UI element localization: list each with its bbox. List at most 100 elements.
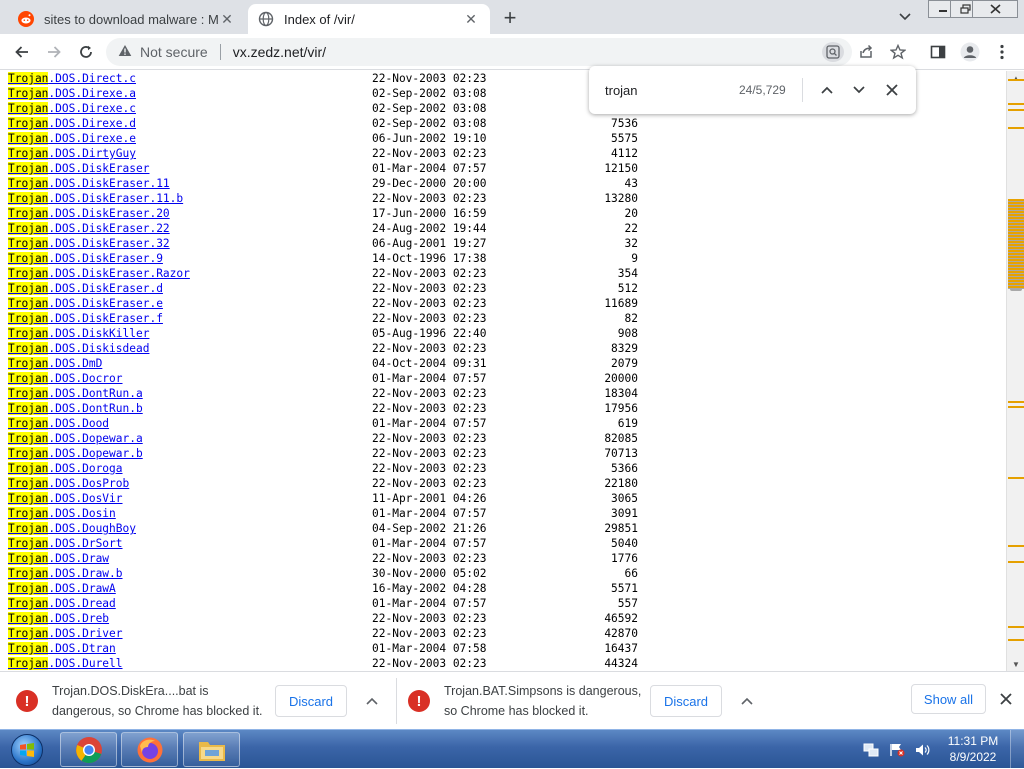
vertical-scrollbar[interactable]: ▲ ▼ bbox=[1006, 71, 1024, 671]
find-match-tick bbox=[1008, 401, 1024, 403]
file-link[interactable]: Trojan.DOS.DrSort bbox=[8, 536, 123, 551]
network-icon[interactable] bbox=[862, 742, 880, 758]
find-next-button[interactable] bbox=[847, 78, 871, 102]
file-link[interactable]: Trojan.DOS.DiskEraser.d bbox=[8, 281, 163, 296]
file-link[interactable]: Trojan.DOS.DmD bbox=[8, 356, 102, 371]
address-bar[interactable]: Not secure vx.zedz.net/vir/ bbox=[106, 38, 852, 66]
file-link[interactable]: Trojan.DOS.Dood bbox=[8, 416, 109, 431]
find-highlight: Trojan bbox=[8, 462, 49, 475]
file-link[interactable]: Trojan.DOS.Draw bbox=[8, 551, 109, 566]
side-panel-icon[interactable] bbox=[926, 40, 950, 64]
file-link[interactable]: Trojan.DOS.Direxe.d bbox=[8, 116, 136, 131]
file-size: 5575 bbox=[611, 132, 638, 145]
file-size: 5366 bbox=[611, 462, 638, 475]
file-name-rest: .DOS.Direxe.a bbox=[48, 87, 136, 100]
chevron-down-icon[interactable] bbox=[894, 7, 916, 27]
file-link[interactable]: Trojan.DOS.Dopewar.a bbox=[8, 431, 143, 446]
reload-button[interactable] bbox=[74, 40, 98, 64]
bookmark-star-icon[interactable] bbox=[886, 40, 910, 64]
file-link[interactable]: Trojan.DOS.Direxe.a bbox=[8, 86, 136, 101]
file-link[interactable]: Trojan.DOS.DosProb bbox=[8, 476, 129, 491]
profile-avatar-icon[interactable] bbox=[958, 40, 982, 64]
file-name-rest: .DOS.DontRun.b bbox=[48, 402, 143, 415]
file-link[interactable]: Trojan.DOS.DosVir bbox=[8, 491, 123, 506]
tab-reddit[interactable]: sites to download malware : Mal ✕ bbox=[8, 4, 246, 34]
file-link[interactable]: Trojan.DOS.DiskEraser.20 bbox=[8, 206, 170, 221]
chevron-up-icon[interactable] bbox=[736, 690, 758, 712]
file-name-rest: .DOS.DiskEraser.22 bbox=[48, 222, 170, 235]
close-window-button[interactable] bbox=[972, 0, 1018, 18]
file-link[interactable]: Trojan.DOS.DontRun.b bbox=[8, 401, 143, 416]
chevron-up-icon[interactable] bbox=[361, 690, 383, 712]
file-link[interactable]: Trojan.DOS.Driver bbox=[8, 626, 123, 641]
file-size: 9 bbox=[631, 252, 638, 265]
find-input[interactable]: trojan bbox=[605, 83, 638, 98]
forward-button[interactable] bbox=[42, 40, 66, 64]
find-highlight: Trojan bbox=[8, 582, 49, 595]
file-link[interactable]: Trojan.DOS.DoughBoy bbox=[8, 521, 136, 536]
file-link[interactable]: Trojan.DOS.DiskEraser.11.b bbox=[8, 191, 183, 206]
download-item[interactable]: ! Trojan.BAT.Simpsons is dangerous, so C… bbox=[392, 672, 772, 730]
find-highlight: Trojan bbox=[8, 297, 49, 310]
file-link[interactable]: Trojan.DOS.Direxe.e bbox=[8, 131, 136, 146]
file-link[interactable]: Trojan.DOS.Docror bbox=[8, 371, 123, 386]
volume-icon[interactable] bbox=[914, 742, 932, 758]
file-link[interactable]: Trojan.DOS.DrawA bbox=[8, 581, 116, 596]
file-size: 908 bbox=[617, 327, 638, 340]
file-link[interactable]: Trojan.DOS.DiskEraser.e bbox=[8, 296, 163, 311]
file-link[interactable]: Trojan.DOS.DiskEraser bbox=[8, 161, 149, 176]
tab-index-vir[interactable]: Index of /vir/ ✕ bbox=[248, 4, 490, 34]
file-link[interactable]: Trojan.DOS.DiskEraser.9 bbox=[8, 251, 163, 266]
warning-icon[interactable] bbox=[118, 44, 132, 60]
find-previous-button[interactable] bbox=[815, 78, 839, 102]
scroll-up-arrow[interactable]: ▲ bbox=[1007, 71, 1024, 85]
share-icon[interactable] bbox=[854, 40, 878, 64]
taskbar-clock[interactable]: 11:31 PM 8/9/2022 bbox=[944, 733, 1002, 765]
new-tab-button[interactable]: + bbox=[498, 5, 522, 30]
file-link[interactable]: Trojan.DOS.Dread bbox=[8, 596, 116, 611]
file-link[interactable]: Trojan.DOS.DiskEraser.f bbox=[8, 311, 163, 326]
taskbar-chrome[interactable] bbox=[60, 732, 117, 767]
find-close-button[interactable] bbox=[880, 78, 904, 102]
taskbar-firefox[interactable] bbox=[121, 732, 178, 767]
file-link[interactable]: Trojan.DOS.DiskKiller bbox=[8, 326, 149, 341]
action-center-flag-icon[interactable] bbox=[888, 742, 906, 758]
discard-button[interactable]: Discard bbox=[650, 685, 722, 717]
file-link[interactable]: Trojan.DOS.Dopewar.b bbox=[8, 446, 143, 461]
taskbar-explorer[interactable] bbox=[183, 732, 240, 767]
file-link[interactable]: Trojan.DOS.DontRun.a bbox=[8, 386, 143, 401]
close-icon[interactable] bbox=[996, 688, 1016, 710]
file-link[interactable]: Trojan.DOS.DiskEraser.11 bbox=[8, 176, 170, 191]
file-size: 7536 bbox=[611, 117, 638, 130]
file-link[interactable]: Trojan.DOS.Dreb bbox=[8, 611, 109, 626]
last-modified: 22-Nov-2003 02:23 bbox=[372, 387, 487, 400]
file-link[interactable]: Trojan.DOS.Draw.b bbox=[8, 566, 123, 581]
file-link[interactable]: Trojan.DOS.DirtyGuy bbox=[8, 146, 136, 161]
file-link[interactable]: Trojan.DOS.DiskEraser.Razor bbox=[8, 266, 190, 281]
firefox-icon bbox=[137, 737, 162, 762]
file-name-rest: .DOS.DiskEraser bbox=[48, 162, 150, 175]
menu-kebab-icon[interactable] bbox=[990, 40, 1014, 64]
file-link[interactable]: Trojan.DOS.Dtran bbox=[8, 641, 116, 656]
download-item[interactable]: ! Trojan.DOS.DiskEra....bat is dangerous… bbox=[0, 672, 396, 730]
file-link[interactable]: Trojan.DOS.DiskEraser.22 bbox=[8, 221, 170, 236]
close-icon[interactable]: ✕ bbox=[462, 10, 480, 28]
file-link[interactable]: Trojan.DOS.Doroga bbox=[8, 461, 123, 476]
file-link[interactable]: Trojan.DOS.Direxe.c bbox=[8, 101, 136, 116]
file-link[interactable]: Trojan.DOS.Diskisdead bbox=[8, 341, 149, 356]
last-modified: 01-Mar-2004 07:57 bbox=[372, 507, 487, 520]
show-all-button[interactable]: Show all bbox=[911, 684, 986, 714]
zoom-search-icon[interactable] bbox=[822, 42, 844, 62]
show-desktop-button[interactable] bbox=[1010, 730, 1024, 769]
url-text[interactable]: vx.zedz.net/vir/ bbox=[233, 44, 326, 60]
back-button[interactable] bbox=[10, 40, 34, 64]
file-name-rest: .DOS.Driver bbox=[48, 627, 123, 640]
close-icon[interactable]: ✕ bbox=[218, 10, 236, 28]
file-link[interactable]: Trojan.DOS.Direct.c bbox=[8, 71, 136, 86]
start-button[interactable] bbox=[3, 731, 51, 768]
file-link[interactable]: Trojan.DOS.Dosin bbox=[8, 506, 116, 521]
file-link[interactable]: Trojan.DOS.Durell bbox=[8, 656, 123, 671]
scroll-down-arrow[interactable]: ▼ bbox=[1007, 657, 1024, 671]
discard-button[interactable]: Discard bbox=[275, 685, 347, 717]
file-link[interactable]: Trojan.DOS.DiskEraser.32 bbox=[8, 236, 170, 251]
